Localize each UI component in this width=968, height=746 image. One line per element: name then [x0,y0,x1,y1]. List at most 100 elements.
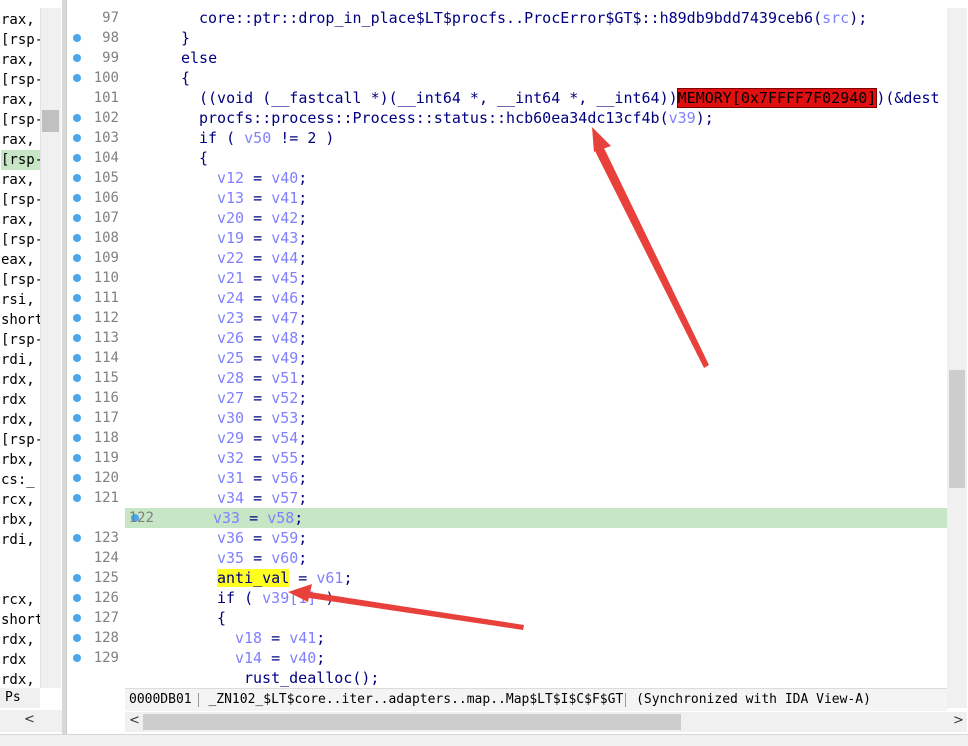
variable-token[interactable]: v31 [217,469,244,487]
pseudocode-tab[interactable]: Ps [0,688,40,708]
variable-token[interactable]: v48 [271,329,298,347]
disassembly-line[interactable]: rax, [1,170,41,190]
code-token[interactable]: = [244,389,271,407]
variable-token[interactable]: v23 [217,309,244,327]
code-text[interactable]: v20 = v42; [127,208,307,228]
variable-token[interactable]: v39 [669,109,696,127]
code-token[interactable]: = [244,489,271,507]
code-token[interactable]: = [244,529,271,547]
code-line[interactable]: 114 v25 = v49; [67,348,947,368]
breakpoint-dot-icon[interactable] [73,614,81,622]
code-token[interactable]: ; [316,629,325,647]
disassembly-line[interactable]: rdx [1,650,41,670]
variable-token[interactable]: v52 [271,389,298,407]
disassembly-horizontal-scrollbar[interactable]: < [0,710,62,732]
breakpoint-dot-icon[interactable] [73,254,81,262]
pseudocode-horizontal-scroll-thumb[interactable] [143,714,681,730]
code-token[interactable]: ); [849,9,867,27]
code-token[interactable]: { [199,149,208,167]
code-token[interactable]: = [244,369,271,387]
variable-token[interactable]: v22 [217,249,244,267]
breakpoint-dot-icon[interactable] [73,54,81,62]
code-text[interactable]: v28 = v51; [127,368,307,388]
variable-token[interactable]: v25 [217,349,244,367]
code-token[interactable]: ) [316,589,334,607]
breakpoint-dot-icon[interactable] [73,234,81,242]
disassembly-line[interactable] [1,550,41,570]
code-text[interactable]: rust_dealloc(); [127,668,379,688]
scroll-left-arrow-icon[interactable]: < [129,713,140,728]
disassembly-vertical-scrollbar[interactable] [40,8,61,688]
disassembly-line[interactable]: rdx, [1,370,41,390]
variable-token[interactable]: v19 [217,229,244,247]
variable-token[interactable]: v29 [217,429,244,447]
breakpoint-dot-icon[interactable] [73,494,81,502]
code-text[interactable]: if ( v39[1] ) [127,588,334,608]
code-text[interactable]: v32 = v55; [127,448,307,468]
code-token[interactable]: = [262,629,289,647]
breakpoint-dot-icon[interactable] [73,354,81,362]
code-line[interactable]: 106 v13 = v41; [67,188,947,208]
disassembly-line[interactable]: rbx, [1,510,41,530]
disassembly-line[interactable]: rax, [1,130,41,150]
code-line[interactable]: 111 v24 = v46; [67,288,947,308]
code-token[interactable]: = [244,209,271,227]
disassembly-line[interactable]: [rsp- [1,190,41,210]
code-token[interactable]: = [244,169,271,187]
code-line[interactable]: 107 v20 = v42; [67,208,947,228]
variable-token[interactable]: v18 [235,629,262,647]
disassembly-line[interactable]: [rsp- [1,270,41,290]
code-text[interactable]: v22 = v44; [127,248,307,268]
variable-token[interactable]: v53 [271,409,298,427]
variable-token[interactable]: v33 [213,509,240,527]
variable-token[interactable]: v42 [271,209,298,227]
code-line[interactable]: 128 v18 = v41; [67,628,947,648]
disassembly-line[interactable]: [rsp- [1,430,41,450]
breakpoint-dot-icon[interactable] [73,474,81,482]
variable-token[interactable]: v30 [217,409,244,427]
code-token[interactable]: procfs::process::Process::status::hcb60e… [199,109,669,127]
code-line[interactable]: 119 v32 = v55; [67,448,947,468]
code-text[interactable]: v36 = v59; [127,528,307,548]
code-line[interactable]: 110 v21 = v45; [67,268,947,288]
code-token[interactable]: ; [298,469,307,487]
code-line[interactable]: 117 v30 = v53; [67,408,947,428]
code-line[interactable]: 123 v36 = v59; [67,528,947,548]
disassembly-line[interactable]: rdx [1,390,41,410]
breakpoint-dot-icon[interactable] [73,174,81,182]
code-text[interactable]: v35 = v60; [127,548,307,568]
breakpoint-dot-icon[interactable] [73,594,81,602]
variable-token[interactable]: v41 [289,629,316,647]
variable-token[interactable]: v54 [271,429,298,447]
variable-token[interactable]: v39[1] [262,589,316,607]
disassembly-line[interactable]: rdi, [1,530,41,550]
disassembly-line[interactable]: rdx, [1,630,41,650]
code-line[interactable]: 105 v12 = v40; [67,168,947,188]
code-text[interactable]: v27 = v52; [127,388,307,408]
code-token[interactable]: { [181,69,190,87]
code-line[interactable]: 120 v31 = v56; [67,468,947,488]
code-line[interactable]: 99 else [67,48,947,68]
code-token[interactable]: ; [316,649,325,667]
code-token[interactable]: ; [298,349,307,367]
code-token[interactable]: ; [343,569,352,587]
breakpoint-dot-icon[interactable] [73,534,81,542]
variable-token[interactable]: v32 [217,449,244,467]
variable-token[interactable]: v40 [289,649,316,667]
code-text[interactable]: core::ptr::drop_in_place$LT$procfs..Proc… [127,8,867,28]
code-text[interactable]: v26 = v48; [127,328,307,348]
variable-token[interactable]: v13 [217,189,244,207]
code-token[interactable]: ; [298,289,307,307]
code-token[interactable]: = [244,269,271,287]
memory-call-token[interactable]: MEMORY[0x7FFFF7F02940] [676,88,878,108]
code-text[interactable]: } [127,28,190,48]
disassembly-line[interactable]: rax, [1,90,41,110]
code-text[interactable]: v34 = v57; [127,488,307,508]
variable-token[interactable]: v20 [217,209,244,227]
code-line[interactable]: 103 if ( v50 != 2 ) [67,128,947,148]
disassembly-line[interactable]: short [1,610,41,630]
breakpoint-dot-icon[interactable] [73,294,81,302]
pseudocode-editor[interactable]: 97 core::ptr::drop_in_place$LT$procfs..Pr… [67,8,947,688]
code-line[interactable]: 122 v33 = v58; [125,508,947,528]
code-token[interactable]: ; [298,329,307,347]
